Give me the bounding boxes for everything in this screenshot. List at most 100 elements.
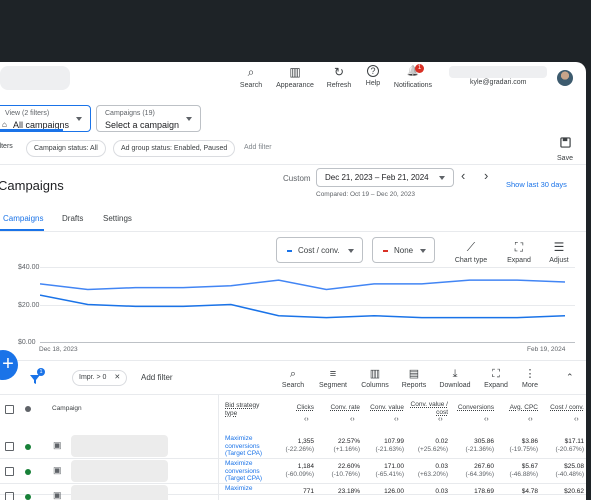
compared-range: Compared: Oct 19 – Dec 20, 2023: [316, 191, 416, 198]
toolbar-search-button[interactable]: ⌕ Search: [227, 65, 275, 89]
metric-cell: 171.00 (-65.41%): [360, 463, 404, 479]
view-select[interactable]: View (2 filters) All campaigns ⌂: [0, 105, 91, 132]
ads-window: ⌕ Search ▥ Appearance ↻ Refresh? Help 🔔 Notifica…: [0, 62, 586, 500]
status-header-dot: [25, 406, 31, 412]
sort-icon[interactable]: ‹›: [528, 416, 533, 423]
campaign-select[interactable]: Campaigns (19) Select a campaign: [96, 105, 201, 132]
metric-value: 305.86: [474, 438, 494, 445]
select-all-checkbox[interactable]: [5, 405, 14, 414]
collapse-icon[interactable]: ⌃: [566, 372, 574, 383]
chart-adjust-button[interactable]: ☰ Adjust: [535, 240, 583, 264]
table-filter-button[interactable]: 1: [29, 368, 45, 390]
table-row[interactable]: ▣ Maximize conversions (Target CPA) 1,184(…: [0, 459, 586, 484]
notification-badge: 1: [415, 64, 424, 73]
metric-cell: $4.78: [494, 488, 538, 496]
metric2-select[interactable]: None: [372, 237, 435, 263]
sort-icon[interactable]: ‹›: [438, 416, 443, 423]
sort-icon[interactable]: ‹›: [574, 416, 579, 423]
table-expand-button[interactable]: ⛶ Expand: [478, 368, 514, 389]
table-row[interactable]: ▣ Maximize 771 23.18% 126.00 0.03 178.69 $4.78 $…: [0, 484, 586, 500]
table-tool-label: Search: [281, 382, 305, 389]
metric-change: (-20.67%): [555, 446, 584, 453]
bid-strategy-link[interactable]: Maximize conversions (Target CPA): [225, 460, 269, 483]
date-range-picker[interactable]: Dec 21, 2023 – Feb 21, 2024: [316, 168, 454, 187]
sort-icon[interactable]: ‹›: [394, 416, 399, 423]
tab-drafts[interactable]: Drafts: [62, 214, 83, 223]
filters-label[interactable]: ilters: [0, 143, 13, 150]
campaign-name-blurred[interactable]: [71, 485, 168, 500]
chart-type-button[interactable]: ⟋ Chart type: [447, 240, 495, 264]
table-reports-button[interactable]: ▤ Reports: [396, 368, 432, 389]
toolbar-button-label: Appearance: [276, 82, 314, 89]
row-checkbox[interactable]: [5, 492, 14, 500]
metric-change: (-21.36%): [465, 446, 494, 453]
filter-chip-adgroup-status[interactable]: Ad group status: Enabled, Paused: [113, 140, 236, 157]
table-search-button[interactable]: ⌕ Search: [275, 368, 311, 389]
metric-cell: 22.60% (-10.76%): [316, 463, 360, 479]
col-header[interactable]: Cost / conv.: [542, 404, 584, 412]
table-add-filter[interactable]: Add filter: [141, 373, 173, 382]
tab-campaigns[interactable]: Campaigns: [3, 214, 43, 223]
avatar[interactable]: [557, 70, 573, 86]
show-last-30-link[interactable]: Show last 30 days: [506, 180, 567, 189]
col-header[interactable]: Conversions: [452, 404, 494, 412]
table-more-button[interactable]: ⋮ More: [512, 368, 548, 389]
metric-cell: 178.69: [450, 488, 494, 496]
campaign-name-blurred[interactable]: [71, 435, 168, 457]
sliders-icon: ☰: [553, 240, 565, 254]
col-header[interactable]: Conv. rate: [318, 404, 360, 412]
col-header[interactable]: Conv. value: [362, 404, 404, 412]
row-checkbox[interactable]: [5, 442, 14, 451]
close-icon[interactable]: ✕: [114, 374, 120, 381]
metric-change: (-22.26%): [285, 446, 314, 453]
add-filter-link[interactable]: Add filter: [244, 144, 272, 151]
metric-value: 171.00: [384, 463, 404, 470]
table-columns-button[interactable]: ▥ Columns: [357, 368, 393, 389]
table-row[interactable]: ▣ Maximize conversions (Target CPA) 1,355(…: [0, 434, 586, 459]
col-header[interactable]: Avg. CPC: [496, 404, 538, 412]
metric-change: (-60.09%): [285, 471, 314, 478]
series-line-0: [40, 294, 566, 319]
metric-cell: 0.03: [404, 488, 448, 496]
campaign-name-blurred[interactable]: [71, 460, 168, 482]
bid-strategy-link[interactable]: Maximize conversions (Target CPA): [225, 435, 269, 458]
impr-filter-chip[interactable]: Impr. > 0 ✕: [72, 370, 128, 386]
metric1-select[interactable]: Cost / conv.: [276, 237, 363, 263]
save-button[interactable]: Save: [556, 135, 574, 162]
chevron-down-icon: [76, 117, 82, 121]
search-icon: ⌕: [289, 368, 297, 380]
table-segment-button[interactable]: ≡ Segment: [315, 368, 351, 389]
tab-settings[interactable]: Settings: [103, 214, 132, 223]
metric-cell: 1,355 (-22.26%): [270, 438, 314, 454]
metric-value: $17.11: [564, 438, 584, 445]
col-bid-strategy[interactable]: Bid strategy type: [225, 402, 267, 417]
toolbar-appearance-button[interactable]: ▥ Appearance: [271, 65, 319, 89]
next-range-icon[interactable]: ›: [484, 168, 488, 183]
metric-value: 178.69: [474, 488, 494, 495]
metric-cell: $5.67 (-46.88%): [494, 463, 538, 479]
table-tool-label: Segment: [318, 382, 348, 389]
toolbar-notifications-button[interactable]: 🔔 Notifications 1: [389, 64, 437, 89]
filter-chip-campaign-status[interactable]: Campaign status: All: [26, 140, 106, 157]
campaign-select-value: Select a campaign: [105, 120, 180, 130]
toolbar-button-label: Refresh: [326, 82, 352, 89]
col-campaign[interactable]: Campaign: [52, 405, 82, 412]
table-download-button[interactable]: ⤓ Download: [437, 368, 473, 389]
sort-icon[interactable]: ‹›: [304, 416, 309, 423]
table-tool-label: Expand: [484, 382, 508, 389]
sort-icon[interactable]: ‹›: [484, 416, 489, 423]
prev-range-icon[interactable]: ‹: [461, 168, 465, 183]
save-label: Save: [557, 155, 573, 162]
col-header[interactable]: Clicks: [272, 404, 314, 412]
metric-value: 1,355: [297, 438, 314, 445]
user-email: kyle@gradari.com: [470, 79, 527, 86]
help-icon: ?: [367, 65, 379, 77]
col-header[interactable]: Conv. value / cost: [406, 401, 448, 417]
row-checkbox[interactable]: [5, 467, 14, 476]
segment-icon: ≡: [329, 368, 337, 380]
create-fab[interactable]: +: [0, 350, 18, 380]
bid-strategy-link[interactable]: Maximize: [225, 485, 269, 493]
expand-icon: ⛶: [492, 368, 500, 380]
sort-icon[interactable]: ‹›: [350, 416, 355, 423]
custom-label: Custom: [283, 174, 311, 183]
